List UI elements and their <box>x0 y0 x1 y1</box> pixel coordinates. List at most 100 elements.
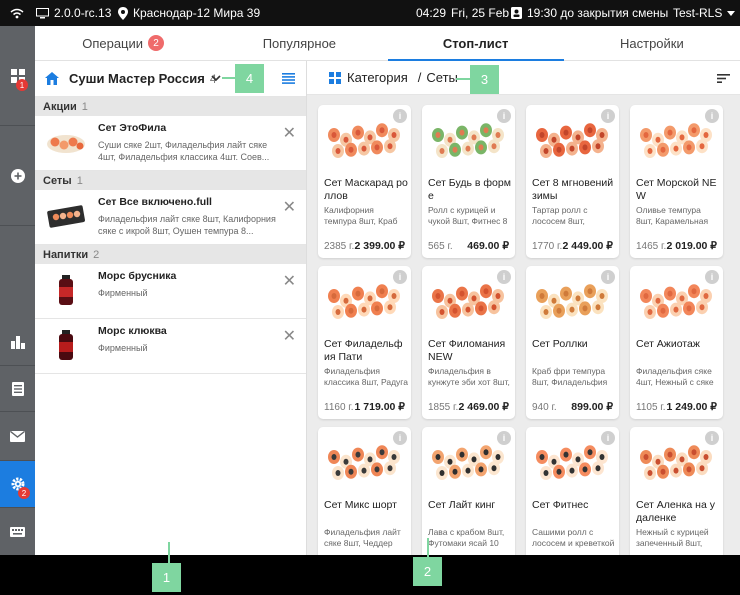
breadcrumb-current: Сеты <box>426 70 458 85</box>
shift-label: 19:30 до закрытия смены <box>527 6 669 20</box>
section-header-promotions: Акции 1 <box>35 97 306 116</box>
plus-circle-icon <box>10 168 25 183</box>
item-name: Морс брусника <box>98 270 177 282</box>
product-description: Филадельфия лайт сяке 8шт, Чеддер <box>324 527 401 548</box>
tab-operations[interactable]: Операции 2 <box>35 26 211 60</box>
list-item[interactable]: Сет ЭтоФила Суши сяке 2шт, Филадельфия л… <box>35 116 306 171</box>
remove-icon[interactable]: ✕ <box>283 123 296 143</box>
product-name: Сет Будь в форме <box>428 177 511 202</box>
product-price: 1 249.00 ₽ <box>666 401 717 413</box>
section-count: 2 <box>93 248 100 261</box>
info-icon[interactable]: i <box>393 270 407 284</box>
list-item[interactable]: Морс клюква Фирменный ✕ <box>35 319 306 374</box>
monitor-icon <box>36 7 49 18</box>
product-card[interactable]: i Сет Микс шорт Филадельфия лайт сяке 8шт,… <box>318 427 411 555</box>
caret-down-icon <box>727 10 736 16</box>
rail-grid-button[interactable]: 1 <box>0 26 35 126</box>
info-icon[interactable]: i <box>497 431 511 445</box>
rail-keyboard-button[interactable] <box>0 508 35 555</box>
product-card[interactable]: i Сет Маскарад роллов Калифорния темпура 8… <box>318 105 411 258</box>
version-info: 2.0.0-rc.13 <box>36 0 111 26</box>
product-price: 2 449.00 ₽ <box>562 240 613 252</box>
info-icon[interactable]: i <box>601 109 615 123</box>
product-description: Калифорния темпура 8шт, Краб фри <box>324 205 398 226</box>
sushi-set-image <box>432 445 504 480</box>
location-info: Краснодар-12 Мира 39 <box>118 0 260 26</box>
info-icon[interactable]: i <box>705 270 719 284</box>
item-name: Сет ЭтоФила <box>98 122 167 134</box>
product-card[interactable]: i Сет Филадельфия Пати Филадельфия классик… <box>318 266 411 419</box>
tab-stop-list[interactable]: Стоп-лист <box>387 26 565 61</box>
info-icon[interactable]: i <box>601 431 615 445</box>
rail-spacer <box>0 226 35 320</box>
product-description: Сашими ролл с лососем и креветкой <box>532 527 615 548</box>
product-weight: 1855 г. <box>428 402 459 413</box>
annotation-marker-1: 1 <box>152 563 181 592</box>
tab-settings[interactable]: Настройки <box>564 26 740 60</box>
info-icon[interactable]: i <box>393 109 407 123</box>
info-icon[interactable]: i <box>497 109 511 123</box>
rail-list-button[interactable] <box>0 366 35 412</box>
product-description: Лава с крабом 8шт, Футомаки ясай 10 <box>428 527 505 548</box>
rail-reports-button[interactable] <box>0 320 35 366</box>
product-price: 899.00 ₽ <box>571 401 613 413</box>
breadcrumb-separator: / <box>417 70 422 85</box>
product-card[interactable]: i Сет Лайт кинг Лава с крабом 8шт, Футомак… <box>422 427 515 555</box>
account-label: Test-RLS <box>673 6 723 20</box>
remove-icon[interactable]: ✕ <box>283 271 296 291</box>
menu-panel: Категория / Сеты i Сет Маскарад роллов Кал… <box>307 61 740 555</box>
rail-settings-button[interactable]: 2 <box>0 461 35 508</box>
info-icon[interactable]: i <box>393 431 407 445</box>
chevron-down-icon[interactable] <box>211 75 221 82</box>
product-card[interactable]: i Сет Морской NEW Оливье темпура 8шт, Кара… <box>630 105 723 258</box>
mail-icon <box>10 430 25 442</box>
list-item[interactable]: Морс брусника Фирменный ✕ <box>35 264 306 319</box>
sushi-set-image <box>536 284 608 319</box>
product-card[interactable]: i Сет Аленка на удаленке Нежный с курицей … <box>630 427 723 555</box>
sushi-set-image <box>328 284 400 319</box>
document-list-icon <box>11 381 24 396</box>
remove-icon[interactable]: ✕ <box>283 197 296 217</box>
marker-1-line <box>168 542 170 564</box>
tab-stop-list-label: Стоп-лист <box>442 35 509 51</box>
list-item[interactable]: Сет Все включено.full Филадельфия лайт с… <box>35 190 306 245</box>
product-card[interactable]: i Сет Ажиотаж Филадельфия сяке 4шт, Нежный… <box>630 266 723 419</box>
product-price: 2 399.00 ₽ <box>354 240 405 252</box>
product-card[interactable]: i Сет Филомания NEW Филадельфия в кунжуте … <box>422 266 515 419</box>
product-card[interactable]: i Сет Фитнес Сашими ролл с лососем и креве… <box>526 427 619 555</box>
sushi-set-image <box>640 123 712 158</box>
rail-mail-button[interactable] <box>0 412 35 461</box>
shift-info: 19:30 до закрытия смены <box>511 0 668 26</box>
remove-icon[interactable]: ✕ <box>283 326 296 346</box>
marker-3-line <box>456 78 470 80</box>
list-view-icon[interactable] <box>282 73 295 84</box>
breadcrumb-category[interactable]: Категория <box>347 70 408 85</box>
product-price: 2 469.00 ₽ <box>458 401 509 413</box>
info-icon[interactable]: i <box>705 431 719 445</box>
account-menu[interactable]: Test-RLS <box>673 0 736 26</box>
sushi-set-image <box>536 445 608 480</box>
product-card[interactable]: i Сет 8 мгновений зимы Тартар ролл с лосос… <box>526 105 619 258</box>
badge-user-icon <box>511 7 522 19</box>
info-icon[interactable]: i <box>601 270 615 284</box>
category-grid-icon[interactable] <box>329 71 341 84</box>
rail-grid-badge: 1 <box>16 79 28 91</box>
tab-operations-label: Операции <box>82 35 144 51</box>
tab-popular[interactable]: Популярное <box>211 26 387 60</box>
top-tabs: Операции 2 Популярное Стоп-лист Настройк… <box>35 26 740 61</box>
product-card[interactable]: i Сет Будь в форме Ролл с курицей и чукой … <box>422 105 515 258</box>
item-description: Филадельфия лайт сяке 8шт, Калифорния ся… <box>98 214 276 236</box>
wifi-indicator <box>10 0 24 26</box>
product-card[interactable]: i Сет Роллки Краб фри темпура 8шт, Филадел… <box>526 266 619 419</box>
sort-icon[interactable] <box>717 74 730 83</box>
info-icon[interactable]: i <box>705 109 719 123</box>
restaurant-selector[interactable]: Суши Мастер Россия 4 <box>35 61 306 97</box>
info-icon[interactable]: i <box>497 270 511 284</box>
rail-add-button[interactable] <box>0 126 35 226</box>
item-description: Фирменный <box>98 288 148 298</box>
house-icon <box>45 72 59 85</box>
juice-bottle-thumbnail <box>59 275 73 305</box>
restaurant-name: Суши Мастер Россия <box>69 71 205 86</box>
annotation-marker-3: 3 <box>470 65 499 94</box>
product-weight: 2385 г. <box>324 241 355 252</box>
